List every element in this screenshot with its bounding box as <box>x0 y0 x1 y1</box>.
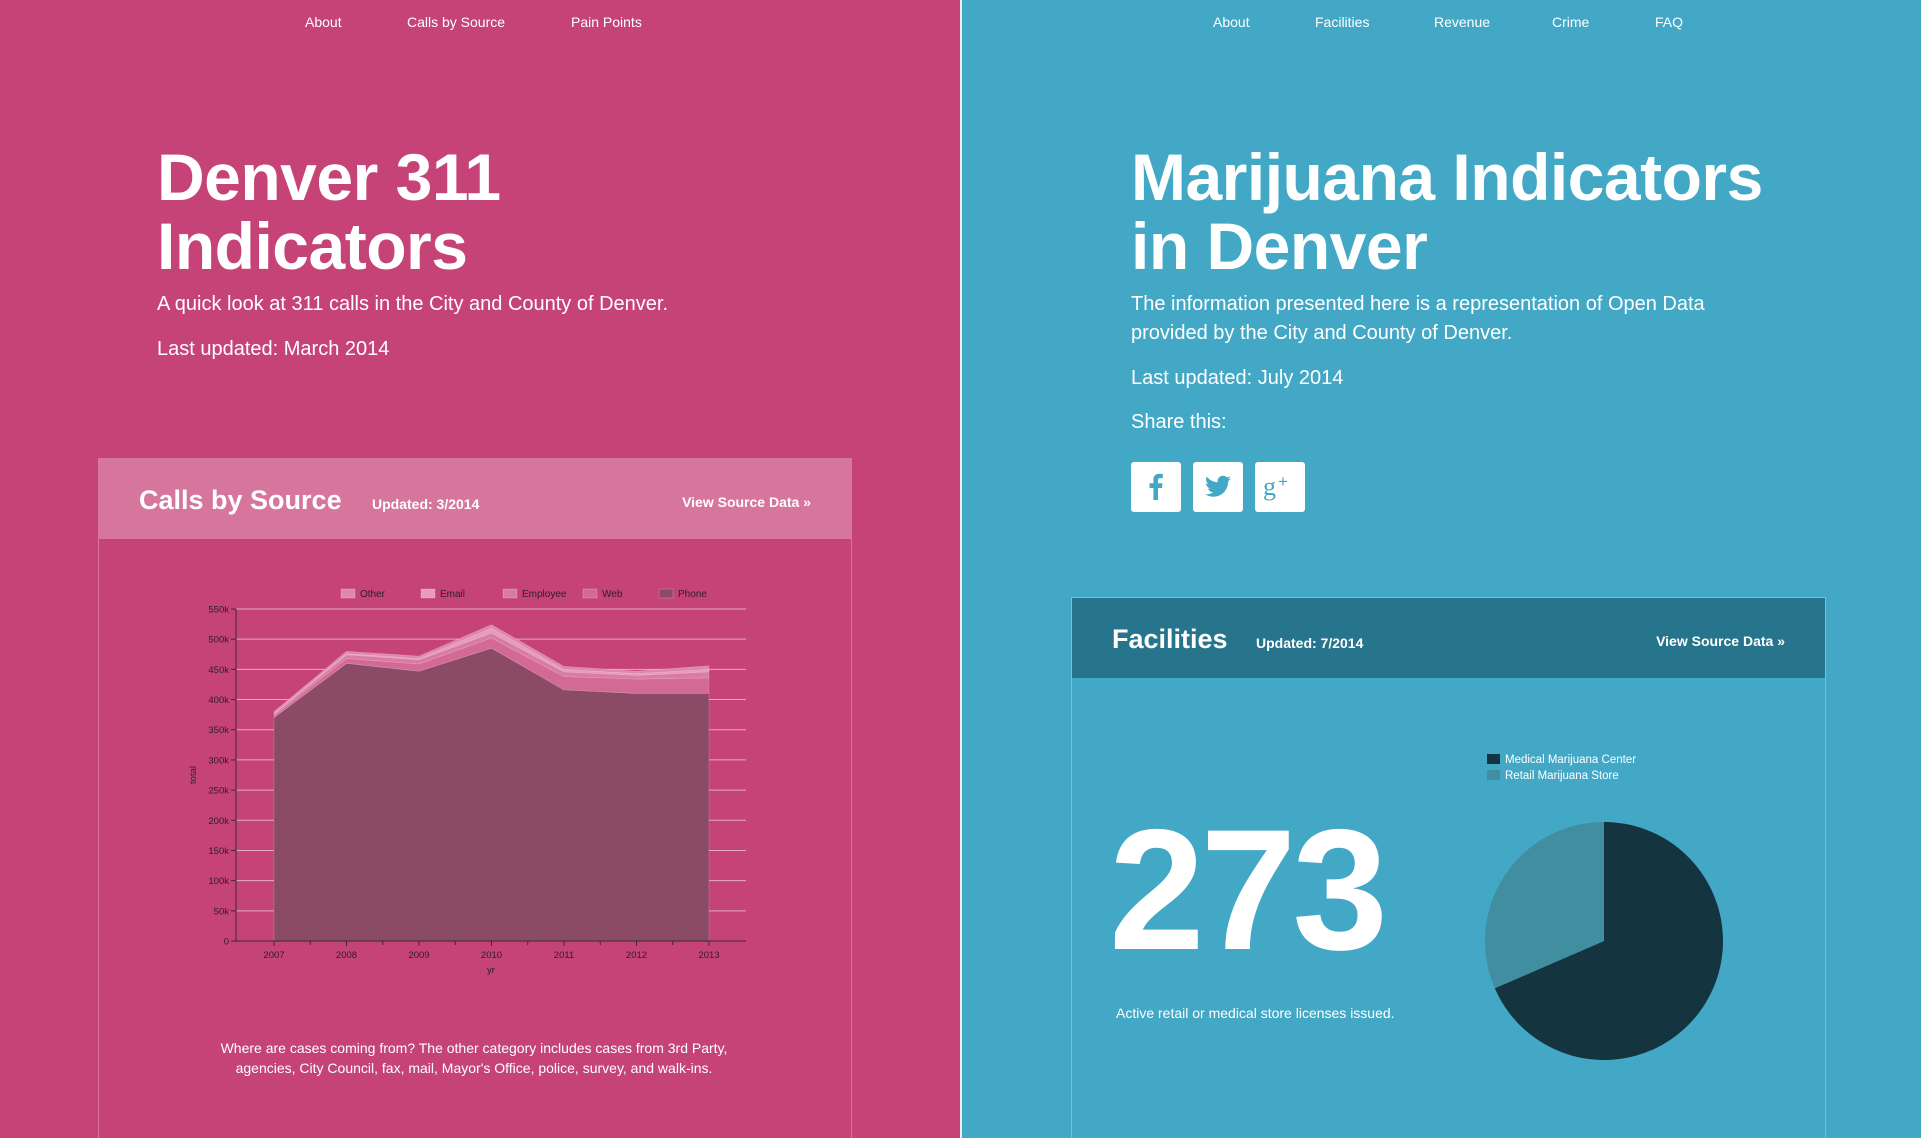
legend-swatch <box>340 588 356 599</box>
legend-item-employee: Employee <box>502 588 567 600</box>
last-updated: Last updated: March 2014 <box>157 338 390 360</box>
x-axis-label: yr <box>487 965 495 976</box>
legend-label: Email <box>440 589 465 600</box>
page-description: A quick look at 311 calls in the City an… <box>157 293 669 315</box>
share-label: Share this: <box>1131 411 1227 433</box>
nav-about[interactable]: About <box>1213 14 1250 30</box>
legend-swatch <box>582 588 598 599</box>
google-plus-icon: g + <box>1263 472 1288 501</box>
calls-by-source-chart: 0 50k 100k 150k 200k 250k 300k 350k 400k 450k 500k… <box>188 588 746 976</box>
calls-by-source-card: Calls by Source Updated: 3/2014 View Sou… <box>98 458 852 1138</box>
x-tick-label: 2007 <box>263 950 284 961</box>
page-title: Marijuana Indicators in Denver <box>1131 143 1763 281</box>
marijuana-indicators-panel: About Facilities Revenue Crime FAQ Marij… <box>962 0 1921 1138</box>
legend-label: Medical Marijuana Center <box>1505 754 1636 766</box>
page-title: Denver 311 Indicators <box>157 143 501 281</box>
x-tick-label: 2010 <box>481 950 502 961</box>
legend-label: Employee <box>522 589 567 600</box>
legend-label: Web <box>602 589 623 600</box>
x-tick-label: 2008 <box>336 950 357 961</box>
legend-item-phone: Phone <box>658 588 707 600</box>
last-updated: Last updated: July 2014 <box>1131 367 1344 389</box>
y-tick-label: 250k <box>208 786 229 797</box>
nav-revenue[interactable]: Revenue <box>1434 14 1490 30</box>
nav-calls-by-source[interactable]: Calls by Source <box>407 14 505 30</box>
chart-caption: Where are cases coming from? The other c… <box>220 1040 728 1076</box>
y-tick-label: 450k <box>208 665 229 676</box>
pie-legend-item: Medical Marijuana Center <box>1487 754 1636 766</box>
y-tick-label: 200k <box>208 816 229 827</box>
legend-item-other: Other <box>340 588 386 600</box>
legend-label: Phone <box>678 589 707 600</box>
facilities-card: Facilities Updated: 7/2014 View Source D… <box>1071 597 1826 1138</box>
legend-swatch <box>502 588 518 599</box>
y-tick-label: 100k <box>208 876 229 887</box>
legend-swatch <box>420 588 436 599</box>
title-line: in Denver <box>1131 209 1428 283</box>
y-axis-label: total <box>188 766 199 784</box>
facilities-pie-chart: Medical Marijuana Center Retail Marijuana… <box>1485 754 1723 1060</box>
denver-311-panel: About Calls by Source Pain Points Denver… <box>0 0 960 1138</box>
legend-label: Retail Marijuana Store <box>1505 770 1619 782</box>
y-tick-label: 500k <box>208 635 229 646</box>
legend-label: Other <box>360 589 386 600</box>
title-line: Denver 311 <box>157 140 501 214</box>
twitter-icon <box>1205 475 1231 497</box>
nav-about[interactable]: About <box>305 14 342 30</box>
y-tick-label: 400k <box>208 695 229 706</box>
y-tick-label: 550k <box>208 605 229 616</box>
facebook-icon <box>1149 473 1163 500</box>
y-tick-label: 300k <box>208 755 229 766</box>
left-nav: About Calls by Source Pain Points <box>0 14 960 34</box>
x-tick-label: 2009 <box>408 950 429 961</box>
google-plus-share-button[interactable]: g + <box>1255 462 1305 512</box>
y-tick-label: 150k <box>208 846 229 857</box>
title-line: Indicators <box>157 209 468 283</box>
nav-faq[interactable]: FAQ <box>1655 14 1683 30</box>
nav-pain-points[interactable]: Pain Points <box>571 14 642 30</box>
nav-facilities[interactable]: Facilities <box>1315 14 1369 30</box>
legend-swatch <box>658 588 674 599</box>
svg-text:g: g <box>1263 472 1276 501</box>
y-tick-label: 50k <box>214 906 230 917</box>
twitter-share-button[interactable] <box>1193 462 1243 512</box>
x-tick-label: 2011 <box>554 950 574 961</box>
x-tick-label: 2013 <box>698 950 719 961</box>
title-line: Marijuana Indicators <box>1131 140 1763 214</box>
page-description: The information presented here is a repr… <box>1131 293 1705 344</box>
legend-swatch <box>1487 754 1500 764</box>
facebook-share-button[interactable] <box>1131 462 1181 512</box>
right-nav: About Facilities Revenue Crime FAQ <box>962 14 1921 34</box>
legend-item-web: Web <box>582 588 623 600</box>
y-tick-label: 0 <box>224 937 229 948</box>
nav-crime[interactable]: Crime <box>1552 14 1589 30</box>
svg-text:+: + <box>1278 472 1288 491</box>
legend-swatch <box>1487 770 1500 780</box>
legend-item-email: Email <box>420 588 465 600</box>
pie-legend-item: Retail Marijuana Store <box>1487 770 1619 782</box>
x-tick-label: 2012 <box>626 950 647 961</box>
y-tick-label: 350k <box>208 725 229 736</box>
